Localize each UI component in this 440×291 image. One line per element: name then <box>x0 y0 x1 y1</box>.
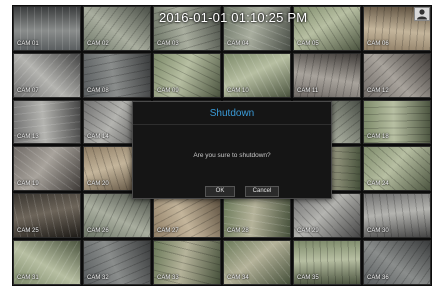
camera-label: CAM 29 <box>297 228 319 235</box>
camera-label: CAM 20 <box>87 181 109 188</box>
cancel-button[interactable]: Cancel <box>245 186 279 197</box>
camera-tile[interactable]: CAM 34 <box>223 240 291 285</box>
camera-label: CAM 35 <box>297 274 319 281</box>
camera-label: CAM 28 <box>227 228 249 235</box>
camera-tile[interactable]: CAM 07 <box>13 52 81 98</box>
camera-tile[interactable]: CAM 12 <box>363 52 431 98</box>
camera-label: CAM 12 <box>367 87 389 94</box>
camera-tile[interactable]: CAM 36 <box>363 240 431 285</box>
camera-label: CAM 19 <box>17 181 39 188</box>
camera-label: CAM 30 <box>367 228 389 235</box>
camera-tile[interactable]: CAM 32 <box>83 240 151 285</box>
nvr-live-view-screen: CAM 01 CAM 02 CAM 03 CAM 04 CAM 05 CAM 06 CAM … <box>12 5 432 286</box>
camera-label: CAM 25 <box>17 228 39 235</box>
camera-label: CAM 01 <box>17 40 39 47</box>
camera-tile[interactable]: CAM 35 <box>293 240 361 285</box>
camera-label: CAM 06 <box>367 40 389 47</box>
camera-label: CAM 18 <box>367 134 389 141</box>
camera-label: CAM 09 <box>157 87 179 94</box>
camera-tile[interactable]: CAM 09 <box>153 52 221 98</box>
camera-label: CAM 13 <box>17 134 39 141</box>
camera-tile[interactable]: CAM 33 <box>153 240 221 285</box>
osd-datetime: 2016-01-01 01:10:25 PM <box>159 10 308 25</box>
camera-label: CAM 14 <box>87 134 109 141</box>
camera-label: CAM 26 <box>87 228 109 235</box>
dialog-title: Shutdown <box>209 107 255 119</box>
camera-tile[interactable]: CAM 29 <box>293 193 361 239</box>
camera-label: CAM 36 <box>367 274 389 281</box>
camera-tile[interactable]: CAM 11 <box>293 52 361 98</box>
camera-label: CAM 07 <box>17 87 39 94</box>
shutdown-dialog: Shutdown Are you sure to shutdown? OK Ca… <box>132 101 332 199</box>
camera-label: CAM 11 <box>297 87 319 94</box>
camera-tile[interactable]: CAM 10 <box>223 52 291 98</box>
dialog-message: Are you sure to shutdown? <box>193 152 271 159</box>
camera-label: CAM 27 <box>157 228 179 235</box>
camera-tile[interactable]: CAM 27 <box>153 193 221 239</box>
camera-tile[interactable]: CAM 19 <box>13 146 81 192</box>
camera-tile[interactable]: CAM 13 <box>13 99 81 145</box>
camera-label: CAM 10 <box>227 87 249 94</box>
camera-label: CAM 32 <box>87 274 109 281</box>
camera-label: CAM 04 <box>227 40 249 47</box>
camera-tile[interactable]: CAM 01 <box>13 6 81 51</box>
camera-label: CAM 08 <box>87 87 109 94</box>
camera-tile[interactable]: CAM 24 <box>363 146 431 192</box>
ok-button[interactable]: OK <box>205 186 235 197</box>
camera-label: CAM 33 <box>157 274 179 281</box>
camera-tile[interactable]: CAM 25 <box>13 193 81 239</box>
user-account-icon[interactable] <box>414 7 430 21</box>
camera-tile[interactable]: CAM 28 <box>223 193 291 239</box>
camera-tile[interactable]: CAM 26 <box>83 193 151 239</box>
camera-tile[interactable]: CAM 18 <box>363 99 431 145</box>
camera-label: CAM 34 <box>227 274 249 281</box>
camera-tile[interactable]: CAM 31 <box>13 240 81 285</box>
dialog-title-bar: Shutdown <box>133 102 331 125</box>
camera-label: CAM 24 <box>367 181 389 188</box>
camera-tile[interactable]: CAM 08 <box>83 52 151 98</box>
camera-label: CAM 03 <box>157 40 179 47</box>
camera-label: CAM 31 <box>17 274 39 281</box>
camera-tile[interactable]: CAM 02 <box>83 6 151 51</box>
camera-label: CAM 05 <box>297 40 319 47</box>
camera-tile[interactable]: CAM 30 <box>363 193 431 239</box>
camera-label: CAM 02 <box>87 40 109 47</box>
